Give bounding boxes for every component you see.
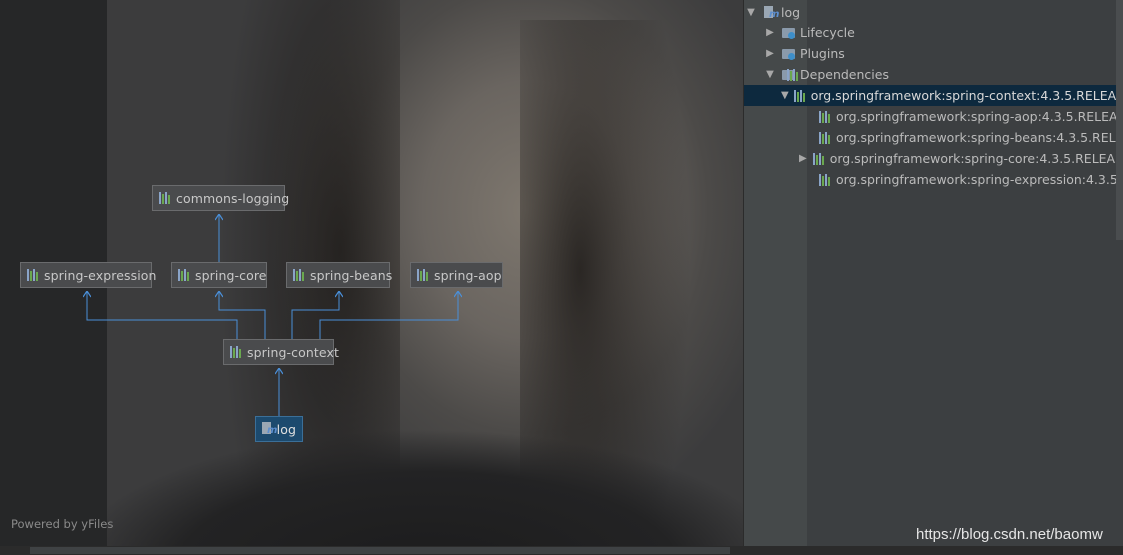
tree-label: org.springframework:spring-expression:4.…	[836, 172, 1123, 187]
expand-right-arrow-icon[interactable]: ▶	[799, 153, 807, 164]
maven-projects-tree[interactable]: ▼ m log ▶ Lifecycle ▶ Plugins ▼ Dependen…	[744, 0, 1123, 546]
tree-label: org.springframework:spring-beans:4.3.5.R…	[836, 130, 1123, 145]
plugins-folder-icon	[782, 48, 796, 60]
node-label: spring-aop	[434, 267, 502, 283]
tree-node-plugins[interactable]: ▶ Plugins	[744, 43, 1123, 64]
edge-context-to-core	[219, 292, 266, 339]
dependency-diagram[interactable]: commons-logging spring-expression spring…	[0, 0, 743, 546]
library-icon	[417, 269, 429, 281]
tree-node-spring-expression[interactable]: org.springframework:spring-expression:4.…	[744, 169, 1123, 190]
library-icon	[230, 346, 242, 358]
tree-node-log[interactable]: ▼ m log	[744, 2, 1123, 23]
tree-label: org.springframework:spring-aop:4.3.5.REL…	[836, 109, 1123, 124]
expand-right-arrow-icon[interactable]: ▶	[763, 27, 777, 38]
expand-down-arrow-icon[interactable]: ▼	[763, 69, 777, 80]
node-label: spring-expression	[44, 267, 157, 283]
node-label: log	[276, 421, 296, 437]
tree-label: org.springframework:spring-core:4.3.5.RE…	[829, 151, 1123, 166]
dependencies-folder-icon	[782, 68, 798, 81]
node-label: spring-beans	[310, 267, 393, 283]
maven-module-icon: m	[764, 5, 779, 20]
library-icon	[819, 110, 831, 123]
library-icon	[27, 269, 39, 281]
tree-node-dependencies[interactable]: ▼ Dependencies	[744, 64, 1123, 85]
expand-down-arrow-icon[interactable]: ▼	[781, 90, 789, 101]
lifecycle-folder-icon	[782, 27, 796, 39]
diagram-horizontal-scrollbar[interactable]	[30, 547, 730, 554]
node-spring-context[interactable]: spring-context	[223, 339, 339, 365]
node-spring-expression[interactable]: spring-expression	[20, 262, 156, 288]
tree-node-spring-aop[interactable]: org.springframework:spring-aop:4.3.5.REL…	[744, 106, 1123, 127]
tree-label: log	[781, 5, 801, 20]
library-icon	[793, 89, 806, 102]
tree-node-spring-beans[interactable]: org.springframework:spring-beans:4.3.5.R…	[744, 127, 1123, 148]
node-spring-core[interactable]: spring-core	[171, 262, 267, 288]
tree-label: Dependencies	[800, 67, 889, 82]
library-icon	[293, 269, 305, 281]
library-icon	[819, 131, 831, 144]
powered-by-label: Powered by yFiles	[11, 517, 114, 531]
tree-vertical-scrollbar[interactable]	[1116, 0, 1123, 240]
library-icon	[178, 269, 190, 281]
expand-right-arrow-icon[interactable]: ▶	[763, 48, 777, 59]
tree-label: Lifecycle	[800, 25, 855, 40]
node-log[interactable]: m log	[255, 416, 303, 442]
library-icon	[159, 192, 171, 204]
node-spring-beans[interactable]: spring-beans	[286, 262, 393, 288]
tree-label: org.springframework:spring-context:4.3.5…	[810, 88, 1123, 103]
node-label: commons-logging	[176, 190, 290, 206]
watermark-url: https://blog.csdn.net/baomw	[916, 526, 1103, 543]
tree-node-spring-context[interactable]: ▼ org.springframework:spring-context:4.3…	[744, 85, 1123, 106]
edge-context-to-expression	[87, 292, 238, 339]
maven-module-icon: m	[262, 422, 277, 436]
edge-context-to-beans	[291, 292, 339, 339]
expand-down-arrow-icon[interactable]: ▼	[744, 7, 758, 18]
node-label: spring-context	[247, 344, 339, 360]
tree-node-spring-core[interactable]: ▶ org.springframework:spring-core:4.3.5.…	[744, 148, 1123, 169]
edge-context-to-aop	[319, 292, 458, 339]
tree-label: Plugins	[800, 46, 845, 61]
node-spring-aop[interactable]: spring-aop	[410, 262, 503, 288]
node-label: spring-core	[195, 267, 267, 283]
tree-node-lifecycle[interactable]: ▶ Lifecycle	[744, 22, 1123, 43]
library-icon	[812, 152, 825, 165]
library-icon	[819, 173, 831, 186]
node-commons-logging[interactable]: commons-logging	[152, 185, 289, 211]
